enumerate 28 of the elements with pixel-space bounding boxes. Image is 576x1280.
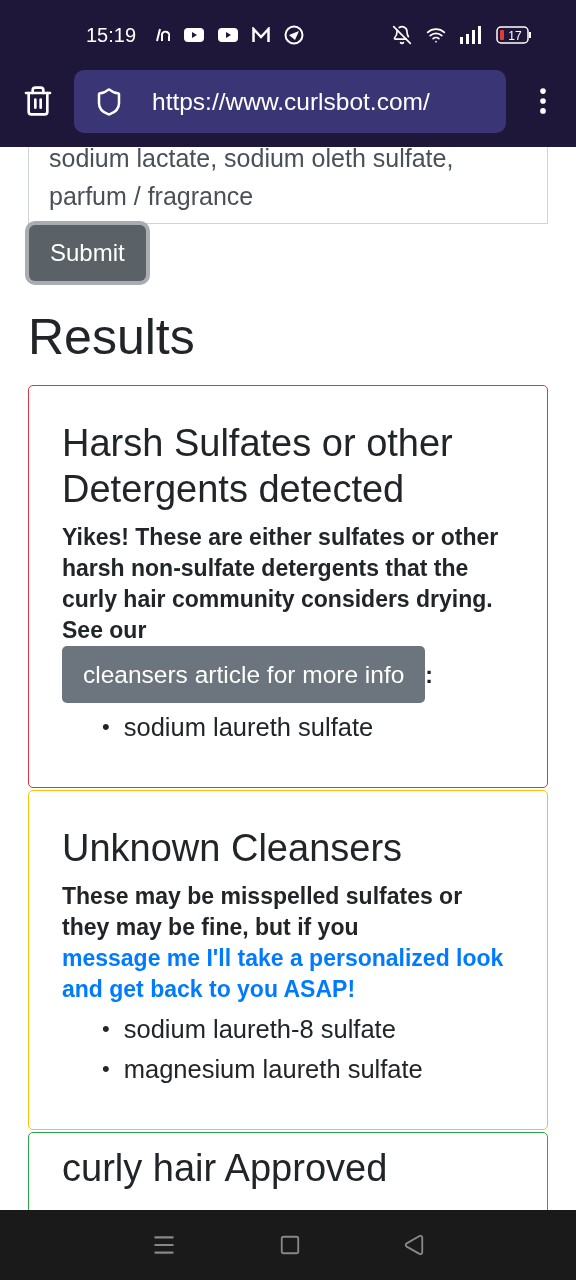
wifi-icon — [426, 25, 446, 45]
signal-icon — [460, 26, 482, 44]
results-heading: Results — [28, 308, 196, 367]
card-text: These may be misspelled sulfates or they may be fine, but if you message me I'll take a personalized look and get back to you ASAP! — [62, 881, 514, 1005]
compass-icon — [284, 25, 305, 45]
trash-icon[interactable] — [22, 85, 54, 117]
bullet: • — [102, 1055, 110, 1083]
ingredient-item: sodium laureth sulfate — [123, 712, 374, 743]
card-title: Unknown Cleansers — [62, 826, 404, 871]
ingredient-item: magnesium laureth sulfate — [123, 1054, 423, 1085]
home-icon[interactable] — [279, 1234, 301, 1256]
ingredient-item: sodium laureth-8 sulfate — [123, 1014, 396, 1045]
card-title: curly hair Approved — [62, 1146, 389, 1191]
card-text: Yikes! These are either sulfates or other harsh non-sulfate detergents that the curly hair community considers drying. See our cleansers article for more info : — [62, 522, 514, 703]
mute-icon — [392, 25, 412, 45]
bullet: • — [102, 1015, 110, 1043]
app-icon — [156, 28, 171, 42]
mail-icon — [252, 27, 271, 43]
back-icon[interactable] — [403, 1234, 425, 1256]
status-time: 15:19 — [86, 23, 137, 47]
video-icon — [184, 28, 205, 42]
bullet: • — [102, 713, 110, 741]
url-bar[interactable]: https://www.curlsbot.com/ — [74, 70, 506, 133]
video-icon — [218, 28, 239, 42]
message-link[interactable]: message me I'll take a personalized look and get back to you ASAP! — [62, 943, 514, 1005]
battery-icon: 17 — [496, 26, 532, 44]
card-title: Harsh Sulfates or other Detergents detected — [62, 421, 454, 512]
article-button[interactable]: cleansers article for more info — [62, 646, 426, 703]
